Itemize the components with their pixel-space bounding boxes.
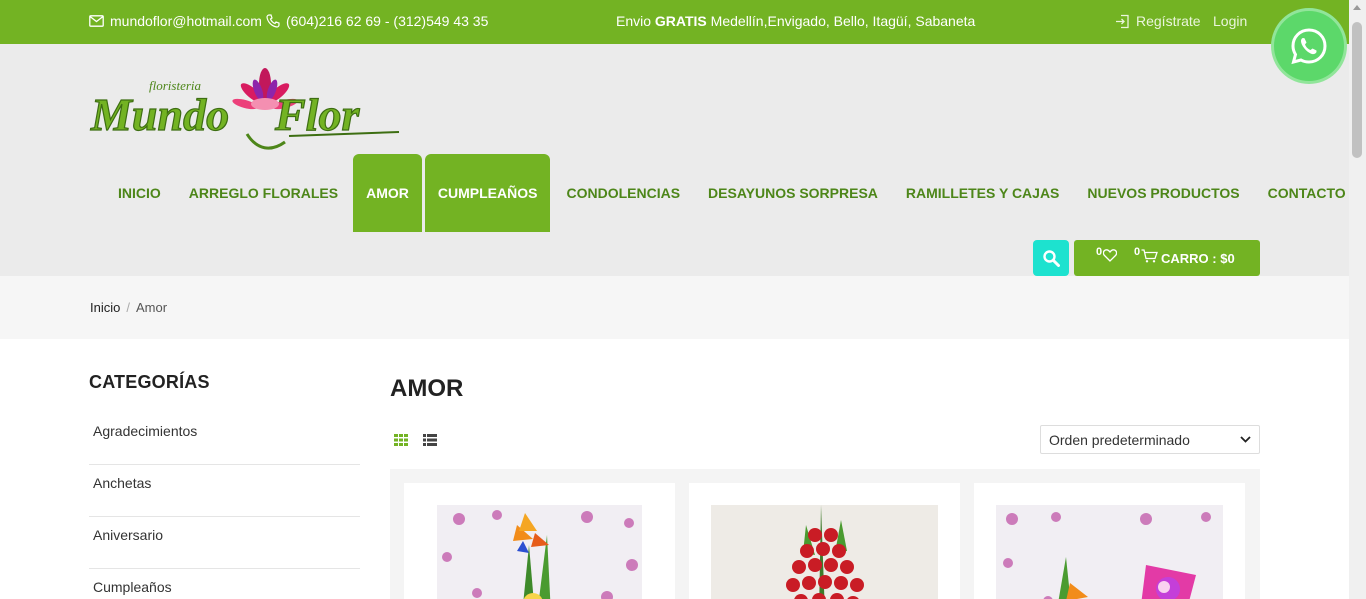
nav-item-ramilletes-y-cajas[interactable]: RAMILLETES Y CAJAS xyxy=(892,154,1074,232)
category-item-agradecimientos[interactable]: Agradecimientos xyxy=(89,413,360,465)
breadcrumb-current: Amor xyxy=(135,300,168,315)
scroll-up-arrow[interactable] xyxy=(1353,5,1361,10)
phone-icon xyxy=(266,14,280,28)
mundo-flor-logo[interactable]: floristeria Mundo Flor xyxy=(89,68,401,156)
cart-count-group: 0 xyxy=(1134,246,1159,263)
logo-brand-right: Flor xyxy=(274,89,360,140)
sign-in-icon xyxy=(1116,14,1129,28)
search-icon xyxy=(1042,249,1060,267)
list-view-button[interactable] xyxy=(423,433,437,451)
nav-item-cumpleanos[interactable]: CUMPLEAÑOS xyxy=(424,154,551,232)
promo-bold: GRATIS xyxy=(654,13,707,29)
main-nav: INICIO ARREGLO FLORALES AMOR CUMPLEAÑOS … xyxy=(104,154,1360,232)
chevron-down-icon xyxy=(1240,436,1251,443)
nav-item-amor[interactable]: AMOR xyxy=(353,154,422,232)
grid-view-button[interactable] xyxy=(394,433,408,451)
scrollbar-thumb[interactable] xyxy=(1352,22,1362,158)
heart-icon xyxy=(1103,249,1118,262)
sort-selected-value: Orden predeterminado xyxy=(1049,431,1190,448)
contact-email[interactable]: mundoflor@hotmail.com xyxy=(89,13,262,29)
shipping-promo: Envio GRATIS Medellín,Envigado, Bello, I… xyxy=(616,13,975,29)
whatsapp-button[interactable] xyxy=(1274,11,1344,81)
product-card[interactable] xyxy=(974,483,1245,599)
category-list: Agradecimientos Anchetas Aniversario Cum… xyxy=(89,413,360,599)
nav-item-nuevos-productos[interactable]: NUEVOS PRODUCTOS xyxy=(1073,154,1253,232)
breadcrumb: Inicio / Amor xyxy=(90,300,167,315)
category-sidebar: CATEGORÍAS Agradecimientos Anchetas Aniv… xyxy=(89,372,360,599)
login-link[interactable]: Login xyxy=(1213,13,1247,29)
category-item-aniversario[interactable]: Aniversario xyxy=(89,517,360,569)
contact-phone[interactable]: (604)216 62 69 - (312)549 43 35 xyxy=(266,13,488,29)
product-image[interactable] xyxy=(711,505,938,599)
wishlist-count: 0 xyxy=(1096,246,1103,258)
breadcrumb-bar: Inicio / Amor xyxy=(0,276,1349,339)
register-label: Regístrate xyxy=(1136,13,1201,29)
list-icon xyxy=(423,434,437,446)
promo-prefix: Envio xyxy=(616,13,652,29)
search-button[interactable] xyxy=(1033,240,1069,276)
sidebar-title: CATEGORÍAS xyxy=(89,372,210,392)
top-bar: mundoflor@hotmail.com (604)216 62 69 - (… xyxy=(0,0,1349,44)
cart-icon xyxy=(1141,249,1159,263)
nav-item-inicio[interactable]: INICIO xyxy=(104,154,175,232)
category-item-cumpleanos[interactable]: Cumpleaños xyxy=(89,569,360,599)
envelope-icon xyxy=(89,15,104,27)
product-image[interactable] xyxy=(437,505,642,599)
nav-item-condolencias[interactable]: CONDOLENCIAS xyxy=(552,154,694,232)
contact-email-text: mundoflor@hotmail.com xyxy=(110,13,262,29)
category-item-anchetas[interactable]: Anchetas xyxy=(89,465,360,517)
wishlist-link[interactable]: 0 xyxy=(1096,246,1118,262)
nav-item-arreglo-florales[interactable]: ARREGLO FLORALES xyxy=(175,154,352,232)
product-image[interactable] xyxy=(996,505,1223,599)
product-grid xyxy=(390,469,1260,599)
product-card[interactable] xyxy=(404,483,675,599)
register-link[interactable]: Regístrate xyxy=(1115,13,1201,29)
cart-button[interactable]: 0 0 CARRO : $0 xyxy=(1074,240,1260,276)
cart-count: 0 xyxy=(1134,246,1141,258)
nav-item-desayunos-sorpresa[interactable]: DESAYUNOS SORPRESA xyxy=(694,154,892,232)
site-header: floristeria Mundo Flor INICIO ARREGLO FL… xyxy=(0,44,1349,276)
breadcrumb-separator: / xyxy=(126,300,130,315)
cart-label: CARRO : $0 xyxy=(1161,251,1235,266)
contact-phone-text: (604)216 62 69 - (312)549 43 35 xyxy=(286,13,489,29)
product-card[interactable] xyxy=(689,483,960,599)
promo-cities: Medellín,Envigado, Bello, Itagüí, Sabane… xyxy=(710,13,976,29)
page-scrollbar[interactable] xyxy=(1349,0,1366,599)
sort-select[interactable]: Orden predeterminado xyxy=(1040,425,1260,454)
nav-item-contacto[interactable]: CONTACTO xyxy=(1254,154,1360,232)
logo-brand-left: Mundo xyxy=(90,89,229,140)
breadcrumb-home[interactable]: Inicio xyxy=(90,300,120,315)
whatsapp-icon xyxy=(1291,28,1327,65)
page-title: AMOR xyxy=(390,375,464,402)
grid-icon xyxy=(394,434,408,446)
